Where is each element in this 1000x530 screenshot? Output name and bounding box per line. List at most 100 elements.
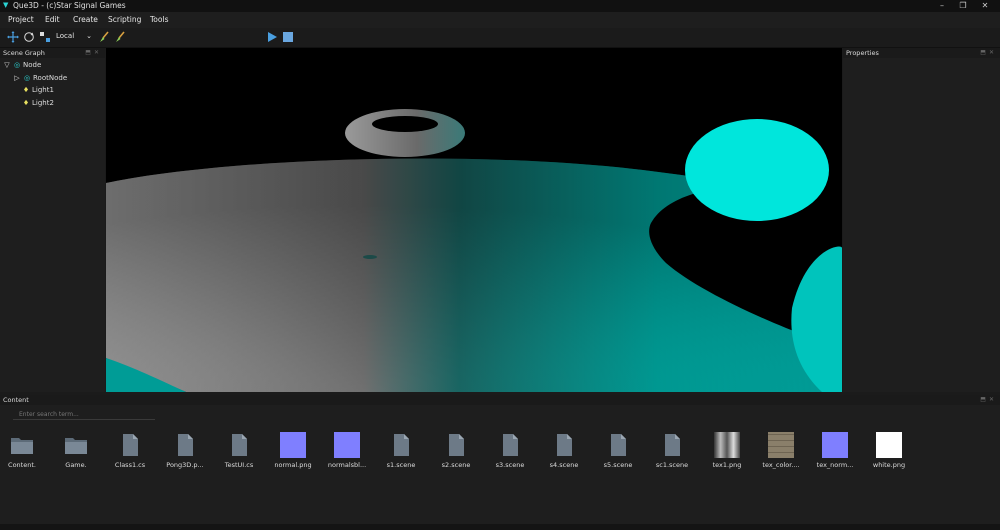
panel-pin-close-icon[interactable]: ⬒✕ <box>980 396 997 403</box>
file-icon <box>557 434 572 456</box>
asset-label: normal.png <box>274 461 312 469</box>
panel-pin-close-icon[interactable]: ⬒✕ <box>85 49 102 56</box>
menu-create[interactable]: Create <box>73 15 98 24</box>
normal-map-thumbnail <box>822 432 848 458</box>
restore-icon[interactable]: ❐ <box>956 1 970 11</box>
asset-item[interactable]: white.png <box>863 430 915 472</box>
normal-map-thumbnail <box>334 432 360 458</box>
play-icon[interactable] <box>266 31 278 43</box>
move-icon[interactable] <box>7 31 19 43</box>
tree-item-label: Node <box>23 61 42 69</box>
asset-label: s4.scene <box>549 461 579 469</box>
asset-item[interactable]: s2.scene <box>430 430 482 472</box>
tree-item-label: Light1 <box>32 86 54 94</box>
asset-item[interactable]: tex_color.... <box>755 430 807 472</box>
panel-pin-close-icon[interactable]: ⬒✕ <box>980 49 997 56</box>
asset-label: TestUI.cs <box>224 461 254 469</box>
tree-item-rootnode[interactable]: ▷ ◎ RootNode <box>13 74 67 82</box>
asset-label: s1.scene <box>386 461 416 469</box>
asset-item[interactable]: s3.scene <box>484 430 536 472</box>
texture-thumbnail <box>768 432 794 458</box>
asset-item[interactable]: TestUI.cs <box>213 430 265 472</box>
menu-bar: Project Edit Create Scripting Tools <box>0 12 1000 28</box>
asset-item[interactable]: tex1.png <box>701 430 753 472</box>
status-strip <box>0 524 1000 530</box>
asset-label: sc1.scene <box>655 461 689 469</box>
app-logo-icon: ▼ <box>3 1 9 9</box>
asset-item[interactable]: sc1.scene <box>646 430 698 472</box>
tree-item-light2[interactable]: ♦ Light2 <box>22 99 54 107</box>
asset-item[interactable]: Pong3D.p... <box>159 430 211 472</box>
properties-header: Properties ⬒✕ <box>843 48 1000 58</box>
file-icon <box>611 434 626 456</box>
content-header: Content ⬒✕ <box>0 395 1000 405</box>
asset-item[interactable]: normal.png <box>267 430 319 472</box>
asset-item[interactable]: tex_norm... <box>809 430 861 472</box>
stop-icon[interactable] <box>282 31 294 43</box>
file-icon <box>394 434 409 456</box>
asset-item[interactable]: Game. <box>50 430 102 472</box>
asset-item[interactable]: Class1.cs <box>104 430 156 472</box>
scene-graph-title: Scene Graph <box>3 49 45 57</box>
menu-project[interactable]: Project <box>8 15 34 24</box>
transform-space-select[interactable]: Local ⌄ <box>56 32 92 43</box>
asset-label: tex_norm... <box>816 461 854 469</box>
light-bulb-icon: ♦ <box>22 99 30 107</box>
file-icon <box>123 434 138 456</box>
tree-item-label: RootNode <box>33 74 68 82</box>
asset-item[interactable]: s1.scene <box>375 430 427 472</box>
asset-label: white.png <box>872 461 906 469</box>
tree-item-light1[interactable]: ♦ Light1 <box>22 86 54 94</box>
transform-space-value: Local <box>56 32 75 40</box>
texture-thumbnail <box>876 432 902 458</box>
window-title: Que3D - (c)Star Signal Games <box>13 1 126 10</box>
viewport-render[interactable] <box>106 48 842 392</box>
asset-label: normalsbl... <box>327 461 367 469</box>
menu-tools[interactable]: Tools <box>150 15 168 24</box>
menu-scripting[interactable]: Scripting <box>108 15 141 24</box>
scene-graph-panel: Scene Graph ⬒✕ ▽ ◎ Node ▷ ◎ RootNode ♦ Light1… <box>0 48 105 392</box>
paint-brush-icon[interactable] <box>114 31 126 43</box>
file-icon <box>665 434 680 456</box>
node-icon: ◎ <box>23 74 31 82</box>
properties-title: Properties <box>846 49 879 57</box>
chevron-down-icon: ⌄ <box>86 32 92 40</box>
file-icon <box>503 434 518 456</box>
content-title: Content <box>3 396 29 404</box>
paint-brush-icon[interactable] <box>98 31 110 43</box>
content-browser-panel: Content ⬒✕ Enter search term... Content.… <box>0 395 1000 530</box>
asset-label: Game. <box>65 461 87 469</box>
minimize-icon[interactable]: – <box>935 1 949 11</box>
rotate-icon[interactable] <box>23 31 35 43</box>
asset-item[interactable]: s4.scene <box>538 430 590 472</box>
asset-label: tex_color.... <box>762 461 800 469</box>
file-icon <box>178 434 193 456</box>
light-bulb-icon: ♦ <box>22 86 30 94</box>
tree-item-label: Light2 <box>32 99 54 107</box>
asset-label: s5.scene <box>603 461 633 469</box>
properties-panel: Properties ⬒✕ <box>843 48 1000 392</box>
asset-label: Content. <box>8 461 36 469</box>
asset-label: s3.scene <box>495 461 525 469</box>
asset-label: tex1.png <box>712 461 742 469</box>
asset-item[interactable]: normalsbl... <box>321 430 373 472</box>
scene-graph-header: Scene Graph ⬒✕ <box>0 48 105 58</box>
texture-thumbnail <box>714 432 740 458</box>
normal-map-thumbnail <box>280 432 306 458</box>
scale-icon[interactable] <box>39 31 51 43</box>
asset-label: Class1.cs <box>114 461 146 469</box>
menu-edit[interactable]: Edit <box>45 15 60 24</box>
expand-arrow-icon[interactable]: ▷ <box>13 74 21 82</box>
node-icon: ◎ <box>13 61 21 69</box>
asset-item[interactable]: s5.scene <box>592 430 644 472</box>
file-icon <box>449 434 464 456</box>
asset-label: s2.scene <box>441 461 471 469</box>
asset-label: Pong3D.p... <box>166 461 204 469</box>
content-search-input[interactable]: Enter search term... <box>13 410 155 420</box>
asset-item[interactable]: Content. <box>0 430 48 472</box>
tree-item-node[interactable]: ▽ ◎ Node <box>3 61 41 69</box>
expand-arrow-icon[interactable]: ▽ <box>3 61 11 69</box>
close-icon[interactable]: ✕ <box>978 1 992 11</box>
title-bar: ▼ Que3D - (c)Star Signal Games – ❐ ✕ <box>0 0 1000 12</box>
viewport-3d[interactable] <box>106 48 842 392</box>
